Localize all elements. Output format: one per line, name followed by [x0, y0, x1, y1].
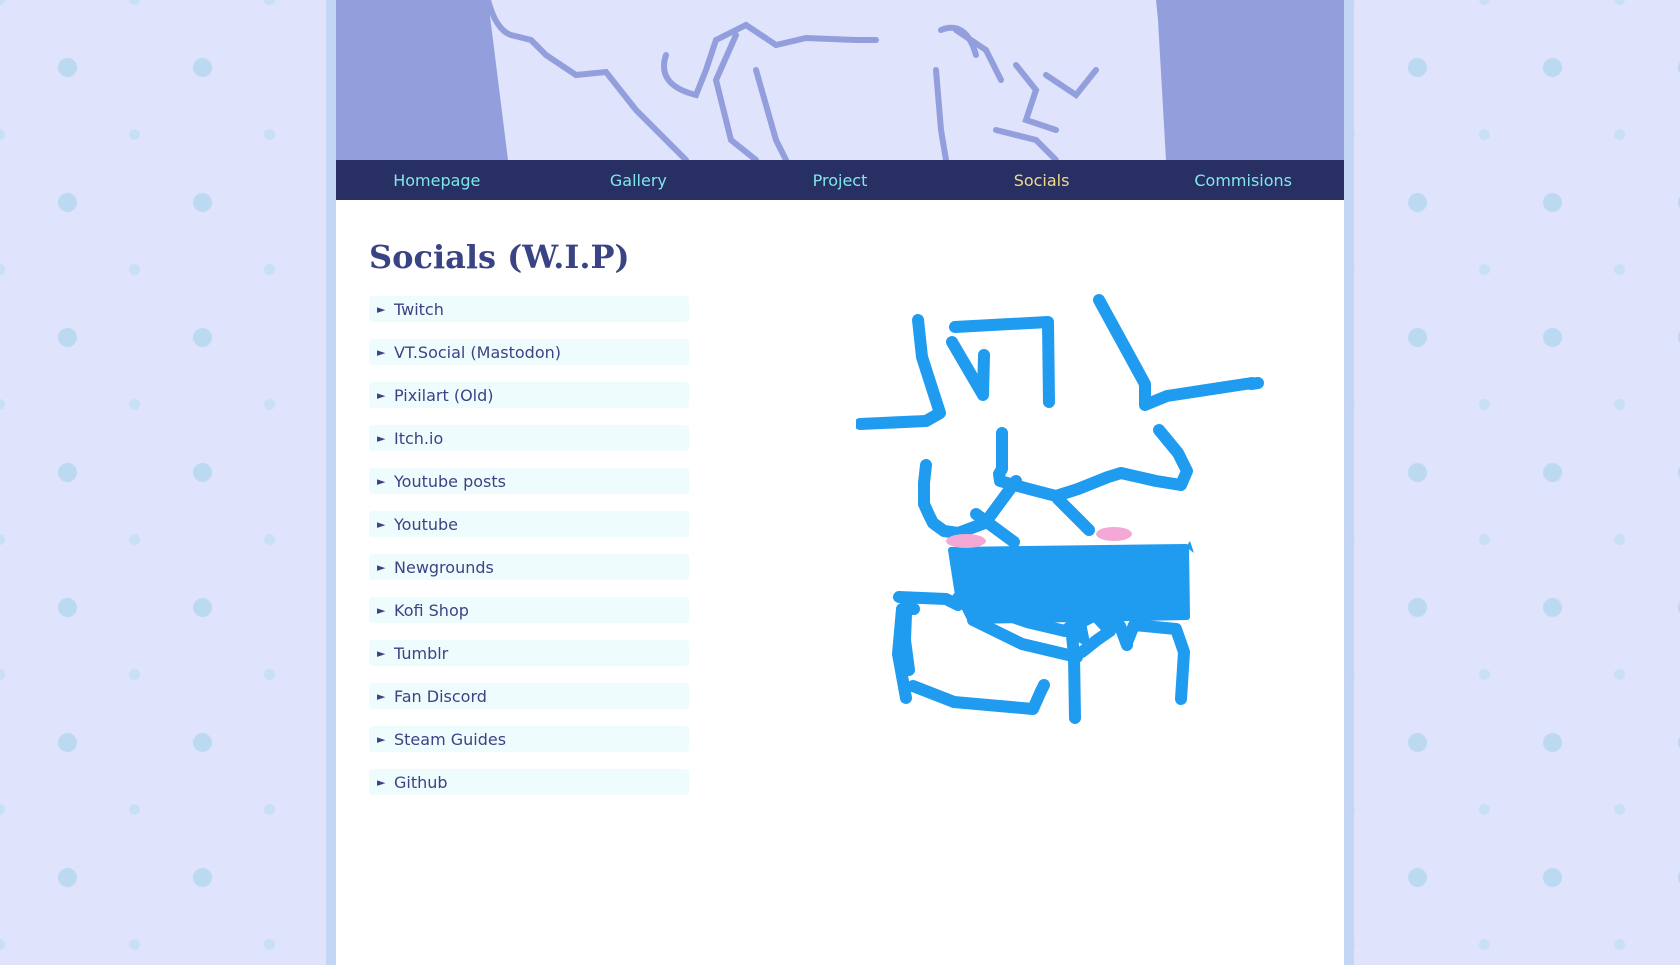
disclosure-triangle-icon: ► — [377, 646, 386, 660]
page-title: Socials (W.I.P) — [369, 238, 630, 276]
nav-gallery[interactable]: Gallery — [538, 171, 738, 190]
disclosure-triangle-icon: ► — [377, 431, 386, 445]
social-item-vt-social[interactable]: ► VT.Social (Mastodon) — [369, 339, 689, 365]
social-item-label: Fan Discord — [394, 686, 487, 706]
social-item-steam-guides[interactable]: ► Steam Guides — [369, 726, 689, 752]
header-banner-art — [336, 0, 1344, 160]
social-item-youtube[interactable]: ► Youtube — [369, 511, 689, 537]
disclosure-triangle-icon: ► — [377, 302, 386, 316]
disclosure-triangle-icon: ► — [377, 732, 386, 746]
social-item-label: Pixilart (Old) — [394, 385, 494, 405]
social-item-label: Twitch — [394, 299, 444, 319]
social-item-tumblr[interactable]: ► Tumblr — [369, 640, 689, 666]
social-item-itchio[interactable]: ► Itch.io — [369, 425, 689, 451]
page-container: Homepage Gallery Project Socials Commisi… — [336, 0, 1344, 965]
social-item-label: VT.Social (Mastodon) — [394, 342, 562, 362]
social-item-kofi-shop[interactable]: ► Kofi Shop — [369, 597, 689, 623]
social-item-label: Tumblr — [394, 643, 449, 663]
social-item-pixilart[interactable]: ► Pixilart (Old) — [369, 382, 689, 408]
nav-socials[interactable]: Socials — [942, 171, 1142, 190]
main-nav: Homepage Gallery Project Socials Commisi… — [336, 160, 1344, 200]
nav-commisions[interactable]: Commisions — [1143, 171, 1343, 190]
disclosure-triangle-icon: ► — [377, 603, 386, 617]
social-item-github[interactable]: ► Github — [369, 769, 689, 795]
social-item-newgrounds[interactable]: ► Newgrounds — [369, 554, 689, 580]
socials-list: ► Twitch ► VT.Social (Mastodon) ► Pixilart … — [369, 296, 689, 812]
disclosure-triangle-icon: ► — [377, 388, 386, 402]
social-item-label: Github — [394, 772, 448, 792]
social-item-twitch[interactable]: ► Twitch — [369, 296, 689, 322]
disclosure-triangle-icon: ► — [377, 560, 386, 574]
social-item-youtube-posts[interactable]: ► Youtube posts — [369, 468, 689, 494]
social-item-fan-discord[interactable]: ► Fan Discord — [369, 683, 689, 709]
social-item-label: Newgrounds — [394, 557, 494, 577]
nav-project[interactable]: Project — [740, 171, 940, 190]
social-item-label: Youtube — [394, 514, 458, 534]
social-item-label: Itch.io — [394, 428, 444, 448]
disclosure-triangle-icon: ► — [377, 345, 386, 359]
disclosure-triangle-icon: ► — [377, 775, 386, 789]
social-item-label: Youtube posts — [394, 471, 506, 491]
social-item-label: Steam Guides — [394, 729, 507, 749]
banner-doodle-image — [336, 0, 1344, 160]
disclosure-triangle-icon: ► — [377, 689, 386, 703]
disclosure-triangle-icon: ► — [377, 517, 386, 531]
nav-homepage[interactable]: Homepage — [337, 171, 537, 190]
disclosure-triangle-icon: ► — [377, 474, 386, 488]
social-item-label: Kofi Shop — [394, 600, 469, 620]
character-doodle-image — [856, 294, 1264, 724]
